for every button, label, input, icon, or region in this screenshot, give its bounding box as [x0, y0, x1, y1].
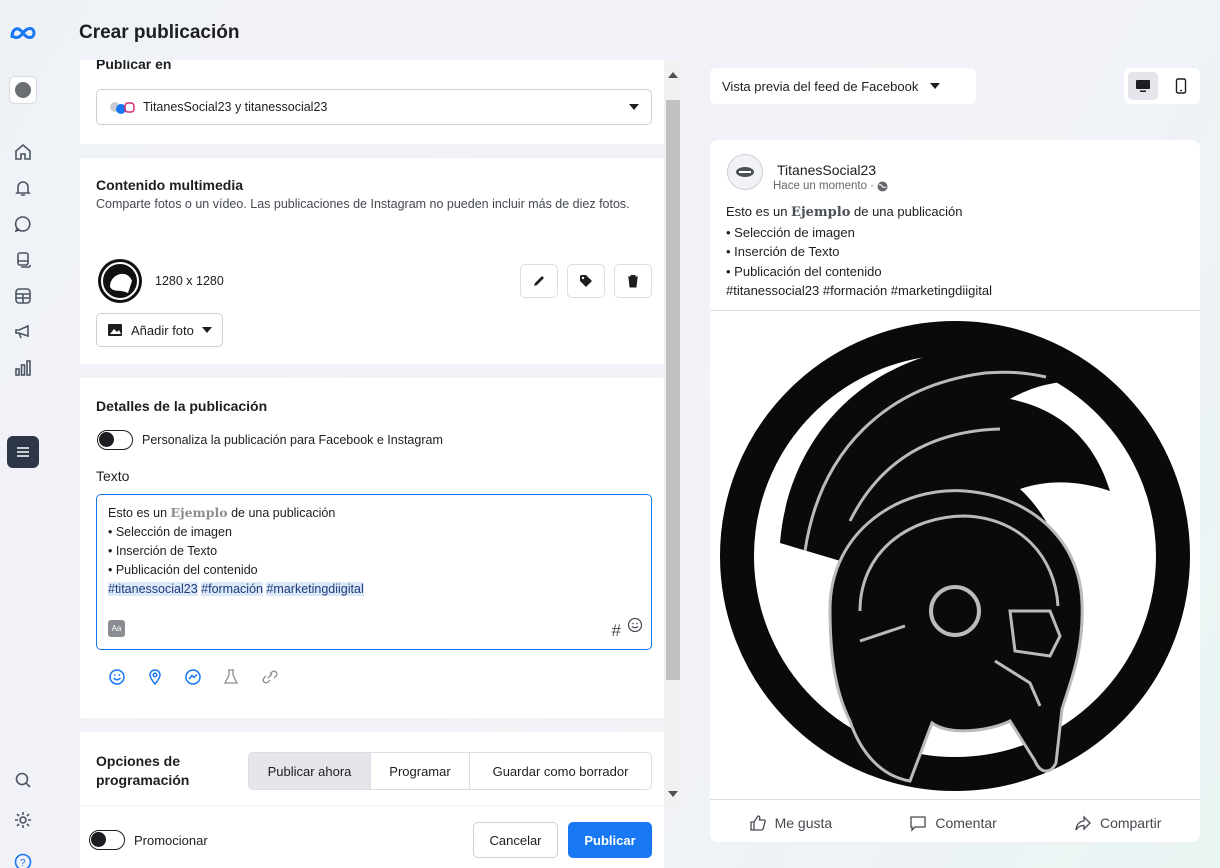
desktop-view-button[interactable] — [1128, 72, 1158, 100]
promote-toggle[interactable] — [89, 830, 125, 850]
link-icon[interactable] — [260, 668, 278, 686]
facebook-instagram-icon — [109, 99, 135, 115]
comment-icon — [910, 816, 926, 832]
photo-icon — [108, 324, 122, 336]
post-meta: Hace un momento · — [773, 180, 888, 192]
post-text-input[interactable]: Esto es un Ejemplo de una publicación • … — [96, 494, 652, 650]
image-dimensions: 1280 x 1280 — [155, 274, 224, 288]
add-photo-button[interactable]: Añadir foto — [96, 313, 223, 347]
add-photo-label: Añadir foto — [131, 322, 194, 338]
thumbs-up-icon — [749, 815, 766, 831]
scheduling-card: Opciones de programación Publicar ahora … — [80, 732, 664, 805]
publish-in-card: Publicar en TitanesSocial23 y titanessoc… — [80, 60, 664, 144]
location-icon[interactable] — [146, 668, 164, 686]
copy-icon[interactable] — [7, 244, 39, 276]
messenger-icon[interactable] — [184, 668, 202, 686]
scroll-up-arrow[interactable] — [668, 72, 678, 78]
publish-button[interactable]: Publicar — [568, 822, 652, 858]
help-icon[interactable]: ? — [7, 846, 39, 868]
share-label: Compartir — [1099, 815, 1162, 831]
page-title: Crear publicación — [79, 22, 240, 43]
meta-logo-icon[interactable] — [9, 24, 37, 45]
post-actions: Me gusta Comentar Compartir — [710, 808, 1200, 838]
menu-icon[interactable] — [7, 436, 39, 468]
account-select[interactable]: TitanesSocial23 y titanessocial23 — [96, 89, 652, 125]
media-description: Comparte fotos o un vídeo. Las publicaci… — [96, 197, 630, 211]
mobile-icon — [1175, 78, 1187, 94]
comment-label: Comentar — [935, 815, 997, 831]
scheduling-title: Opciones de programación — [96, 753, 190, 788]
trash-icon — [628, 275, 638, 288]
svg-text:?: ? — [20, 858, 26, 868]
comment-button[interactable]: Comentar — [909, 814, 997, 832]
post-body: Esto es un Ejemplo de una publicación • … — [726, 204, 992, 298]
tag-button[interactable] — [567, 264, 605, 298]
compose-scrollbar[interactable] — [664, 60, 682, 805]
feeling-icon[interactable] — [108, 668, 126, 686]
scroll-down-arrow[interactable] — [668, 791, 678, 797]
share-button[interactable]: Compartir — [1074, 814, 1161, 832]
text-format-icon[interactable]: Aa — [108, 620, 125, 637]
chat-icon[interactable] — [7, 208, 39, 240]
post-timestamp: Hace un momento · — [773, 180, 874, 192]
bell-icon[interactable] — [7, 172, 39, 204]
preview-device-toggle — [1124, 68, 1200, 104]
chevron-down-icon — [930, 83, 941, 89]
pencil-icon — [534, 276, 544, 286]
globe-icon — [877, 181, 888, 191]
details-title: Detalles de la publicación — [96, 398, 268, 414]
delete-button[interactable] — [614, 264, 652, 298]
scroll-thumb[interactable] — [666, 100, 680, 680]
publish-now-option[interactable]: Publicar ahora — [248, 752, 371, 790]
save-draft-option[interactable]: Guardar como borrador — [469, 752, 652, 790]
preview-card: TitanesSocial23 Hace un momento · Esto e… — [710, 140, 1200, 842]
schedule-option[interactable]: Programar — [370, 752, 470, 790]
hashtag-button[interactable]: # — [612, 621, 621, 640]
flask-icon[interactable] — [222, 668, 240, 686]
preview-selector-label: Vista previa del feed de Facebook — [722, 78, 919, 94]
cancel-button[interactable]: Cancelar — [473, 822, 558, 858]
compose-panel: Publicar en TitanesSocial23 y titanessoc… — [80, 60, 664, 805]
share-icon — [1075, 815, 1091, 831]
left-rail: ? — [0, 0, 46, 868]
desktop-icon — [1136, 80, 1150, 92]
media-title: Contenido multimedia — [96, 177, 243, 193]
account-select-value: TitanesSocial23 y titanessocial23 — [143, 100, 328, 114]
media-thumbnail[interactable] — [98, 259, 142, 303]
media-card: Contenido multimedia Comparte fotos o un… — [80, 158, 664, 364]
post-tools — [108, 668, 278, 686]
customize-toggle[interactable] — [97, 430, 133, 450]
table-icon[interactable] — [7, 280, 39, 312]
text-label: Texto — [96, 468, 130, 484]
preview-selector[interactable]: Vista previa del feed de Facebook — [710, 68, 976, 104]
like-label: Me gusta — [774, 815, 833, 831]
page-name: TitanesSocial23 — [777, 162, 877, 178]
megaphone-icon[interactable] — [7, 316, 39, 348]
post-image — [710, 310, 1200, 800]
details-card: Detalles de la publicación Personaliza l… — [80, 378, 664, 718]
like-button[interactable]: Me gusta — [749, 814, 833, 832]
chevron-down-icon — [201, 327, 212, 333]
settings-icon[interactable] — [7, 804, 39, 836]
search-icon[interactable] — [7, 764, 39, 796]
footer-bar: Promocionar Cancelar Publicar — [80, 806, 664, 868]
account-avatar[interactable] — [9, 76, 37, 104]
home-icon[interactable] — [7, 136, 39, 168]
edit-button[interactable] — [520, 264, 558, 298]
bar-chart-icon[interactable] — [7, 352, 39, 384]
tag-icon — [580, 275, 592, 287]
mobile-view-button[interactable] — [1166, 72, 1196, 100]
promote-label: Promocionar — [134, 833, 208, 848]
customize-label: Personaliza la publicación para Facebook… — [142, 433, 443, 447]
page-avatar — [727, 154, 763, 190]
chevron-down-icon — [629, 104, 639, 110]
publish-in-label: Publicar en — [96, 60, 172, 72]
emoji-icon[interactable] — [627, 617, 643, 639]
